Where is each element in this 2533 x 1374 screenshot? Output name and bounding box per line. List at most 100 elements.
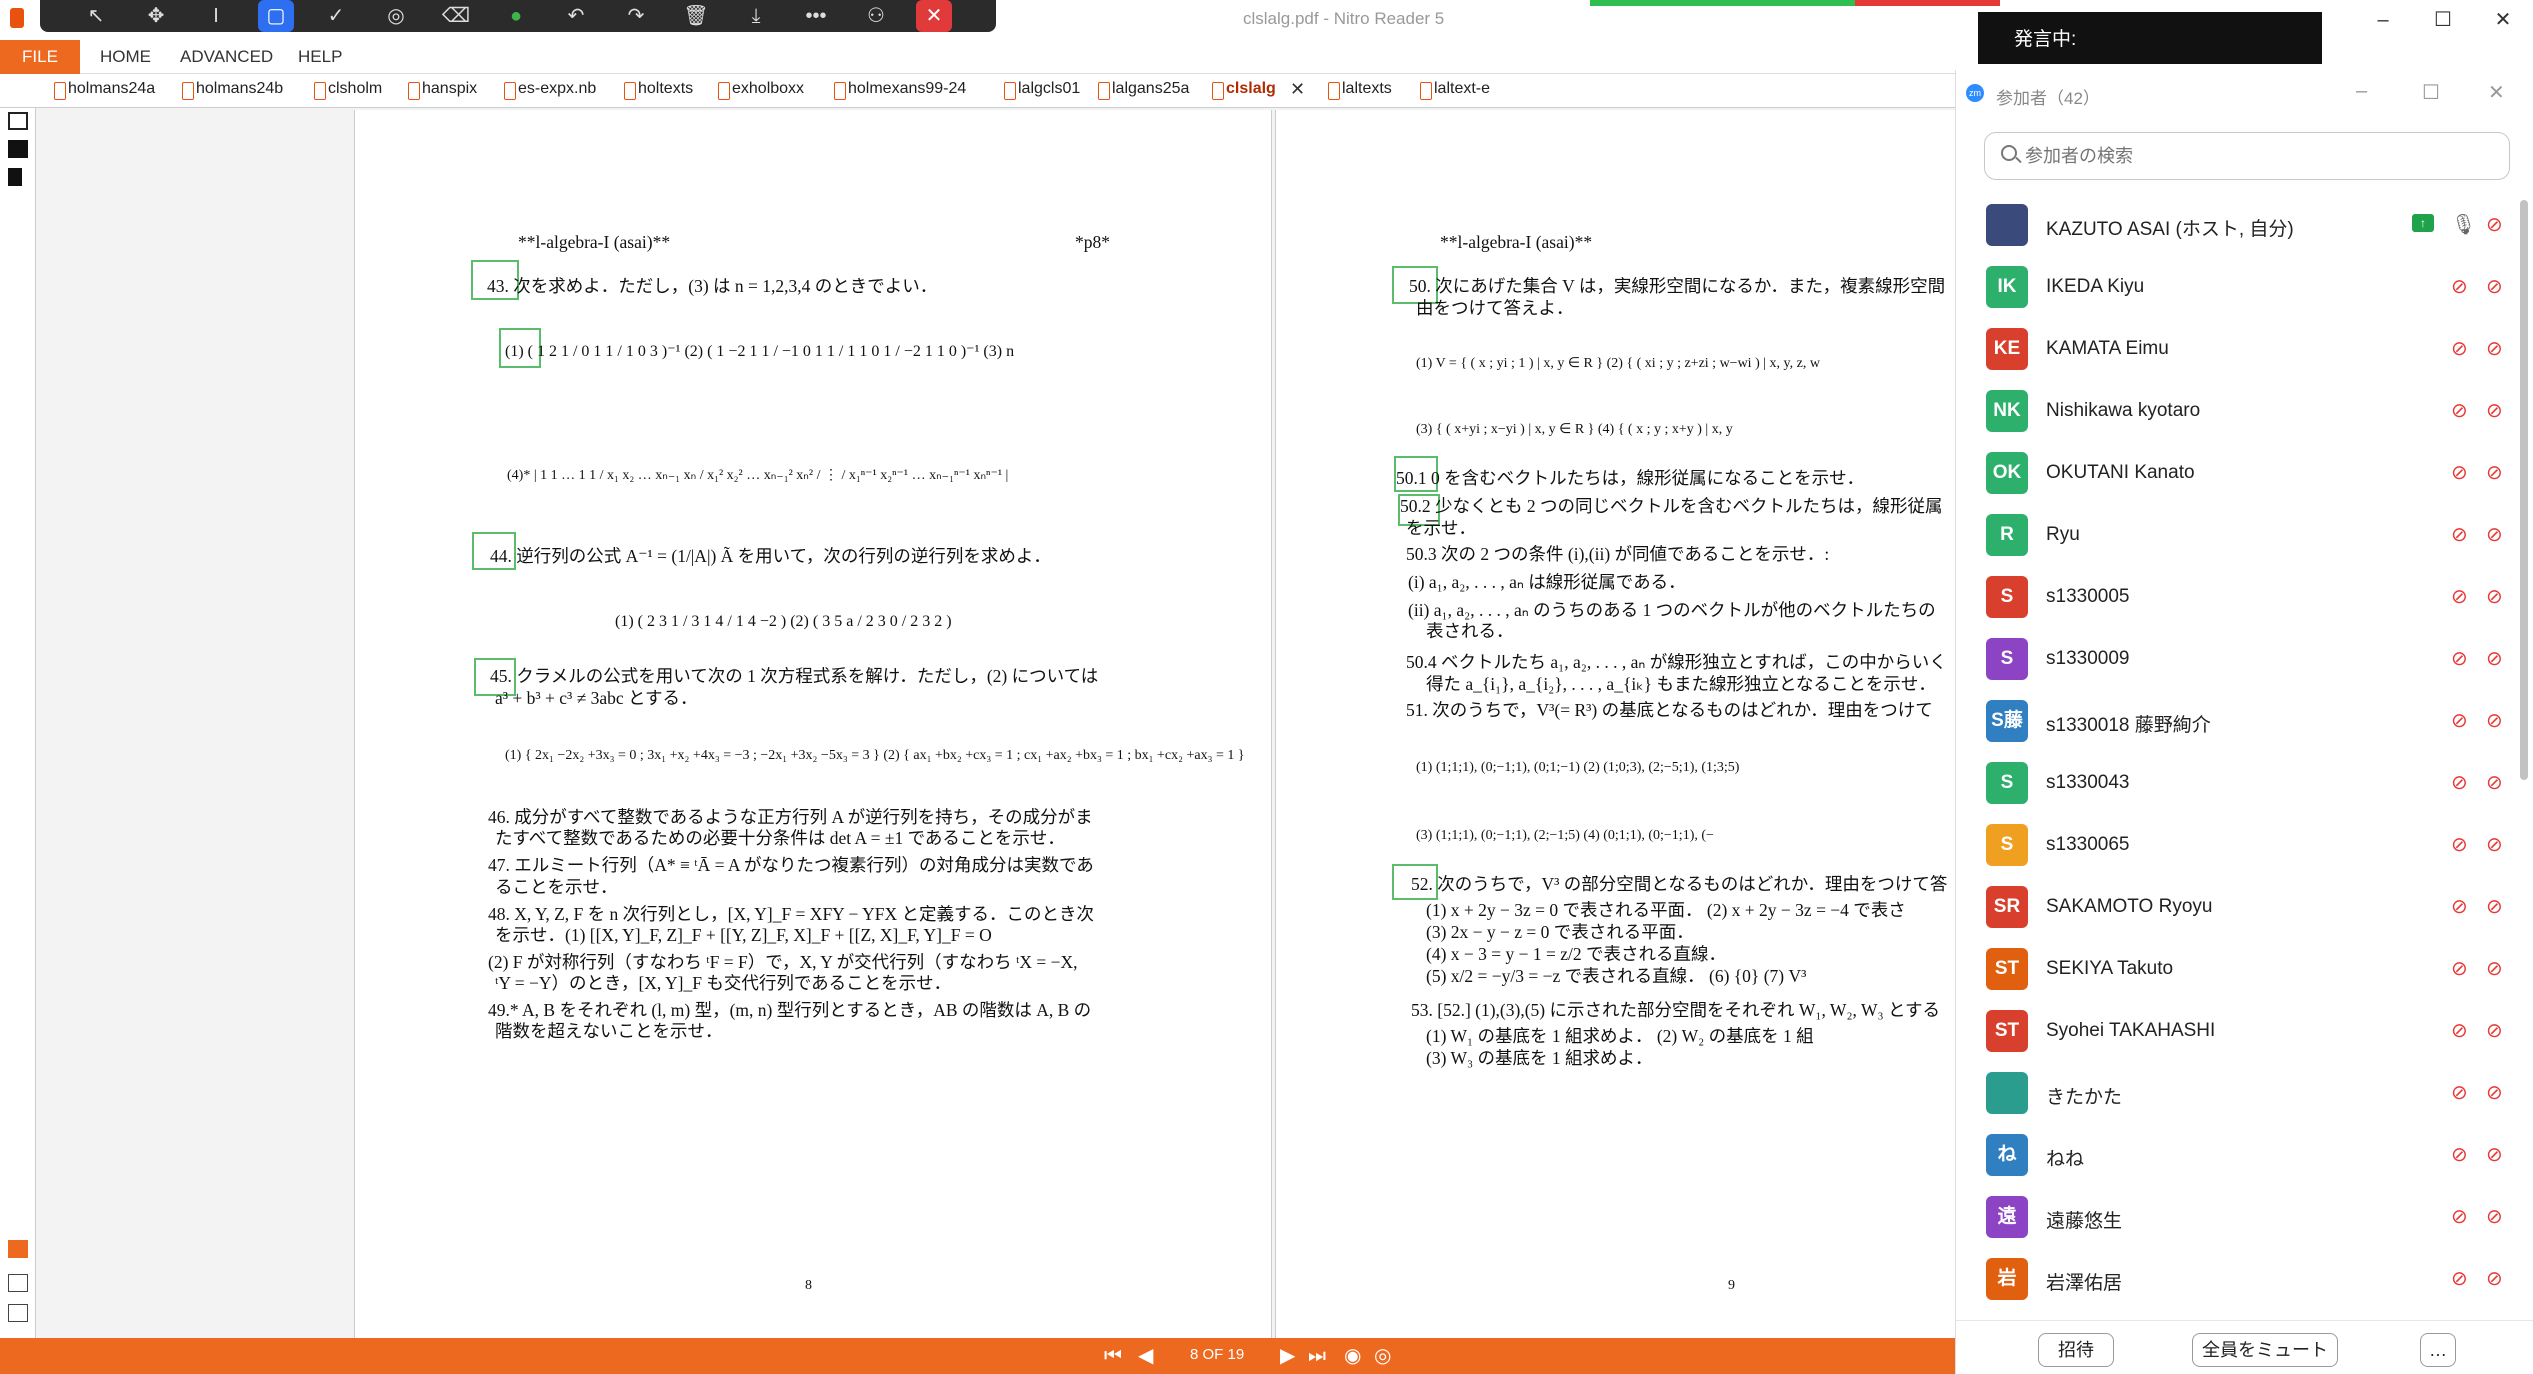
camera-off-icon[interactable]: ⊘ xyxy=(2486,398,2503,423)
tab-exholboxx[interactable]: exholboxx xyxy=(716,80,804,100)
pages-panel-icon[interactable] xyxy=(8,112,28,130)
maximize-button[interactable]: ☐ xyxy=(2413,4,2473,36)
tab-clsholm[interactable]: clsholm xyxy=(312,80,382,100)
green-dot-icon[interactable]: ● xyxy=(486,0,546,32)
tab-laltext-e[interactable]: laltext-e xyxy=(1418,80,1490,100)
tab-lalgans25a[interactable]: lalgans25a xyxy=(1096,80,1189,100)
tab-lalgcls01[interactable]: lalgcls01 xyxy=(1002,80,1080,100)
mic-muted-icon[interactable]: ⊘ xyxy=(2451,1204,2468,1229)
last-page-icon[interactable]: ⏭ xyxy=(1308,1344,1326,1368)
tab-holmans24b[interactable]: holmans24b xyxy=(180,80,283,100)
next-page-icon[interactable]: ▶ xyxy=(1280,1344,1295,1368)
camera-off-icon[interactable]: ⊘ xyxy=(2486,832,2503,857)
participant-list-scrollbar[interactable] xyxy=(2520,200,2528,780)
camera-off-icon[interactable]: ⊘ xyxy=(2486,274,2503,299)
more-icon[interactable]: ••• xyxy=(786,0,846,32)
camera-off-icon[interactable]: ⊘ xyxy=(2486,460,2503,485)
mic-muted-icon[interactable]: ⊘ xyxy=(2451,460,2468,485)
mic-muted-icon[interactable]: ⊘ xyxy=(2451,584,2468,609)
participant-row[interactable]: IK IKEDA Kiyu ⊘ ⊘ xyxy=(1956,256,2516,318)
camera-off-icon[interactable]: ⊘ xyxy=(2486,212,2503,237)
menu-help[interactable]: HELP xyxy=(298,47,342,67)
back-view-icon[interactable]: ◉ xyxy=(1344,1344,1361,1368)
participant-row[interactable]: ST SEKIYA Takuto ⊘ ⊘ xyxy=(1956,938,2516,1000)
people-icon[interactable]: ⚇ xyxy=(846,0,906,32)
participant-row[interactable]: Ss1330065 ⊘ ⊘ xyxy=(1956,814,2516,876)
mic-muted-icon[interactable]: ⊘ xyxy=(2451,1266,2468,1291)
thumbnails-icon[interactable] xyxy=(8,1240,28,1258)
mic-muted-icon[interactable]: ⊘ xyxy=(2451,894,2468,919)
previous-page-icon[interactable]: ◀ xyxy=(1138,1344,1153,1368)
participant-row[interactable]: Ss1330043 ⊘ ⊘ xyxy=(1956,752,2516,814)
more-options-button[interactable]: … xyxy=(2420,1333,2456,1367)
forward-view-icon[interactable]: ◎ xyxy=(1374,1344,1391,1368)
arrow-icon[interactable]: ↖ xyxy=(66,0,126,32)
participant-row[interactable]: SR SAKAMOTO Ryoyu ⊘ ⊘ xyxy=(1956,876,2516,938)
menu-file[interactable]: FILE xyxy=(0,40,80,74)
close-icon[interactable]: ✕ xyxy=(916,0,952,32)
tab-close-icon[interactable]: ✕ xyxy=(1290,79,1305,100)
participant-row[interactable]: OK OKUTANI Kanato ⊘ ⊘ xyxy=(1956,442,2516,504)
camera-off-icon[interactable]: ⊘ xyxy=(2486,1080,2503,1105)
mic-muted-icon[interactable]: ⊘ xyxy=(2451,398,2468,423)
page-indicator[interactable]: 8 OF 19 xyxy=(1190,1346,1244,1363)
redo-icon[interactable]: ↷ xyxy=(606,0,666,32)
mic-icon[interactable]: 🎙 xyxy=(2451,212,2476,237)
tab-clslalg[interactable]: clslalg xyxy=(1210,80,1276,100)
mic-muted-icon[interactable]: ⊘ xyxy=(2451,522,2468,547)
mic-muted-icon[interactable]: ⊘ xyxy=(2451,708,2468,733)
participant-row[interactable]: KAZUTO ASAI (ホスト, 自分) ↑ 🎙 ⊘ xyxy=(1956,194,2516,256)
participant-row[interactable]: ST Syohei TAKAHASHI ⊘ ⊘ xyxy=(1956,1000,2516,1062)
panel-close-icon[interactable]: ✕ xyxy=(2488,80,2505,105)
participant-row[interactable]: 岩岩澤佑居 ⊘ ⊘ xyxy=(1956,1248,2516,1310)
camera-off-icon[interactable]: ⊘ xyxy=(2486,708,2503,733)
bookmarks-panel-icon[interactable] xyxy=(8,140,28,158)
mic-muted-icon[interactable]: ⊘ xyxy=(2451,1080,2468,1105)
mic-muted-icon[interactable]: ⊘ xyxy=(2451,646,2468,671)
participant-row[interactable]: S藤 s1330018 藤野絢介 ⊘ ⊘ xyxy=(1956,690,2516,752)
participant-row[interactable]: Ss1330005 ⊘ ⊘ xyxy=(1956,566,2516,628)
tab-laltexts[interactable]: laltexts xyxy=(1326,80,1392,100)
tab-es-expx[interactable]: es-expx.nb xyxy=(502,80,596,100)
camera-off-icon[interactable]: ⊘ xyxy=(2486,1018,2503,1043)
trash-icon[interactable]: 🗑 xyxy=(666,0,726,32)
camera-off-icon[interactable]: ⊘ xyxy=(2486,1204,2503,1229)
tab-holmexans99-24[interactable]: holmexans99-24 xyxy=(832,80,966,100)
participant-row[interactable]: Ss1330009 ⊘ ⊘ xyxy=(1956,628,2516,690)
mic-muted-icon[interactable]: ⊘ xyxy=(2451,1142,2468,1167)
panel-minimize-icon[interactable]: – xyxy=(2356,80,2367,103)
tab-holmans24a[interactable]: holmans24a xyxy=(52,80,155,100)
minimize-button[interactable]: – xyxy=(2353,4,2413,36)
participant-row[interactable]: NK Nishikawa kyotaro ⊘ ⊘ xyxy=(1956,380,2516,442)
check-icon[interactable]: ✓ xyxy=(306,0,366,32)
camera-off-icon[interactable]: ⊘ xyxy=(2486,770,2503,795)
first-page-icon[interactable]: ⏮ xyxy=(1104,1344,1122,1368)
participant-search[interactable] xyxy=(1984,132,2510,180)
panel-maximize-icon[interactable]: ☐ xyxy=(2422,80,2440,105)
participant-row[interactable]: KE KAMATA Eimu ⊘ ⊘ xyxy=(1956,318,2516,380)
participant-row[interactable]: R Ryu ⊘ ⊘ xyxy=(1956,504,2516,566)
comments-icon[interactable] xyxy=(8,1304,28,1322)
mic-muted-icon[interactable]: ⊘ xyxy=(2451,1018,2468,1043)
rectangle-icon[interactable]: ▢ xyxy=(258,0,294,32)
attachments-panel-icon[interactable] xyxy=(8,168,22,186)
participant-search-input[interactable] xyxy=(2025,143,2495,169)
tab-hanspix[interactable]: hanspix xyxy=(406,80,477,100)
outline-icon[interactable] xyxy=(8,1274,28,1292)
mute-all-button[interactable]: 全員をミュート xyxy=(2192,1333,2338,1367)
menu-home[interactable]: HOME xyxy=(100,47,151,67)
participant-row[interactable]: ねねね ⊘ ⊘ xyxy=(1956,1124,2516,1186)
camera-off-icon[interactable]: ⊘ xyxy=(2486,646,2503,671)
mic-muted-icon[interactable]: ⊘ xyxy=(2451,336,2468,361)
text-cursor-icon[interactable]: I xyxy=(186,0,246,32)
mic-muted-icon[interactable]: ⊘ xyxy=(2451,274,2468,299)
participant-row[interactable]: 遠遠藤悠生 ⊘ ⊘ xyxy=(1956,1186,2516,1248)
download-icon[interactable]: ⤓ xyxy=(726,0,786,32)
camera-off-icon[interactable]: ⊘ xyxy=(2486,584,2503,609)
move-icon[interactable]: ✥ xyxy=(126,0,186,32)
camera-off-icon[interactable]: ⊘ xyxy=(2486,1142,2503,1167)
undo-icon[interactable]: ↶ xyxy=(546,0,606,32)
camera-off-icon[interactable]: ⊘ xyxy=(2486,894,2503,919)
eraser-icon[interactable]: ⌫ xyxy=(426,0,486,32)
camera-off-icon[interactable]: ⊘ xyxy=(2486,956,2503,981)
